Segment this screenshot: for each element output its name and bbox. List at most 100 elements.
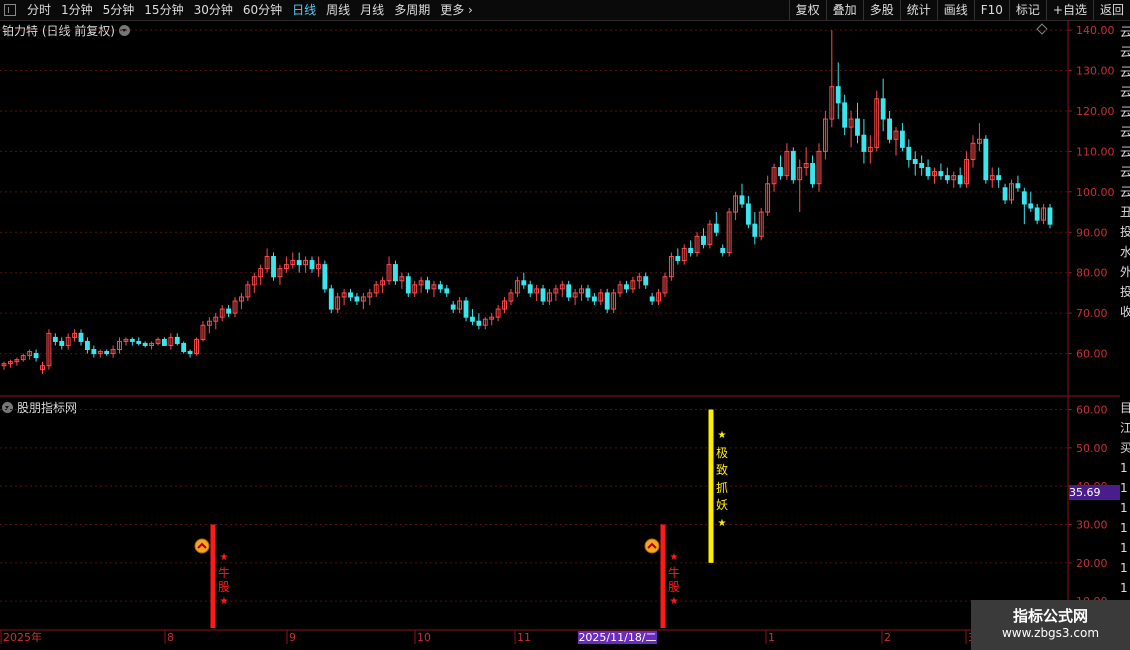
candle-body-123 [790, 150, 796, 181]
candle-body-115 [739, 195, 745, 205]
candle-body-12 [78, 332, 84, 342]
candle-body-21 [136, 340, 142, 344]
candle-body-63 [405, 276, 411, 294]
x-label-6: 2 [884, 631, 891, 644]
candle-body-54 [348, 292, 353, 298]
y-tick-label-7: 70.00 [1076, 307, 1108, 320]
side-char-3: 云 [1120, 85, 1130, 99]
candle-body-8 [52, 336, 58, 342]
y-tick-label-3: 110.00 [1076, 145, 1115, 158]
candle-body-160 [1028, 203, 1034, 209]
candle-body-68 [437, 284, 443, 290]
ind-tick-label-1: 50.00 [1076, 442, 1108, 455]
bull-stock-signal-2-char-2: 股 [667, 580, 680, 594]
candle-body-28 [181, 342, 187, 353]
candle-body-29 [187, 351, 193, 355]
bull-stock-signal-2-char-1: 牛 [667, 565, 680, 580]
candle-body-70 [450, 304, 456, 310]
candle-body-66 [425, 280, 430, 290]
bull-stock-signal-char-1: 牛 [217, 565, 230, 580]
candle-body-131 [842, 102, 848, 128]
candle-body-156 [1002, 187, 1008, 201]
candle-body-46 [296, 260, 302, 266]
x-label-5: 1 [768, 631, 775, 644]
crosshair-date: 2025/11/18/二 [578, 631, 657, 644]
candle-body-144 [925, 167, 931, 177]
x-label-2: 9 [289, 631, 296, 644]
watermark-title: 指标公式网 [1012, 607, 1088, 625]
candle-body-69 [444, 288, 450, 294]
candle-body-72 [463, 300, 469, 318]
side-char-0: 目 [1120, 401, 1130, 415]
side-char-8: 1 [1120, 561, 1128, 575]
candle-body-42 [271, 256, 276, 278]
side-strip-top: 云云云云云云云云云丑投水外投收 [1120, 22, 1130, 394]
candle-body-74 [476, 320, 482, 326]
extreme-demon-signal-char-2: 致 [715, 463, 728, 477]
candle-body-5 [33, 353, 39, 359]
side-char-6: 1 [1120, 521, 1128, 535]
candle-body-73 [470, 316, 475, 322]
y-tick-label-2: 120.00 [1076, 105, 1115, 118]
candle-body-112 [720, 247, 726, 253]
candle-body-146 [938, 171, 944, 177]
candle-body-50 [322, 264, 328, 290]
side-char-11: 水 [1120, 245, 1130, 259]
extreme-demon-signal-char-1: 极 [715, 445, 728, 460]
extreme-demon-signal-char-0: ★ [717, 430, 727, 441]
side-char-7: 云 [1120, 165, 1130, 179]
y-tick-label-1: 130.00 [1076, 65, 1115, 78]
side-char-2: 云 [1120, 65, 1130, 79]
bull-stock-signal-bar [210, 524, 216, 628]
kline-chart[interactable]: 140.00130.00120.00110.00100.0090.0080.00… [0, 0, 1130, 650]
candle-body-140 [899, 130, 905, 148]
candle-body-27 [174, 336, 180, 344]
extreme-demon-signal-bar [708, 409, 714, 563]
candle-body-88 [566, 284, 572, 298]
candle-body-25 [162, 338, 167, 346]
candle-body-94 [604, 292, 610, 310]
candle-body-101 [649, 296, 655, 302]
candle-body-147 [944, 175, 950, 181]
bull-stock-signal-2-bar [660, 524, 666, 628]
side-char-1: 云 [1120, 45, 1130, 59]
side-char-7: 1 [1120, 541, 1128, 555]
bull-stock-signal-badge-icon [194, 538, 210, 554]
candle-body-82 [527, 284, 533, 294]
x-label-4: 11 [517, 631, 531, 644]
candle-body-51 [328, 288, 334, 310]
side-char-5: 1 [1120, 501, 1128, 515]
side-char-9: 丑 [1120, 205, 1130, 219]
side-char-10: 投 [1120, 225, 1130, 239]
candle-body-141 [906, 146, 912, 160]
side-char-4: 1 [1120, 481, 1128, 495]
candle-body-48 [309, 260, 315, 270]
ind-tick-label-0: 60.00 [1076, 404, 1108, 417]
candle-body-155 [996, 175, 1002, 181]
side-char-8: 云 [1120, 185, 1130, 199]
bull-stock-signal-2-char-0: ★ [669, 552, 679, 563]
bull-stock-signal-char-2: 股 [217, 580, 230, 594]
side-char-6: 云 [1120, 145, 1130, 159]
y-tick-label-6: 80.00 [1076, 267, 1108, 280]
bull-stock-signal-2-badge-icon [644, 538, 660, 554]
candle-body-126 [810, 163, 815, 185]
candle-body-55 [354, 296, 360, 302]
ind-tick-label-3: 30.00 [1076, 519, 1108, 532]
side-char-1: 江 [1120, 421, 1130, 435]
candle-body-109 [701, 235, 706, 245]
y-tick-label-4: 100.00 [1076, 186, 1115, 199]
bull-stock-signal-char-0: ★ [219, 552, 229, 563]
candle-body-142 [912, 158, 918, 165]
candle-body-91 [585, 288, 591, 298]
candle-body-161 [1034, 207, 1040, 221]
candle-body-20 [129, 338, 135, 342]
side-char-9: 1 [1120, 581, 1128, 595]
x-label-0: 2025年 [3, 631, 42, 644]
candle-body-159 [1021, 191, 1027, 205]
candle-body-16 [104, 351, 110, 355]
candle-body-117 [752, 223, 758, 237]
side-char-12: 外 [1120, 265, 1130, 279]
candle-body-163 [1047, 207, 1053, 225]
candle-body-92 [591, 296, 597, 302]
